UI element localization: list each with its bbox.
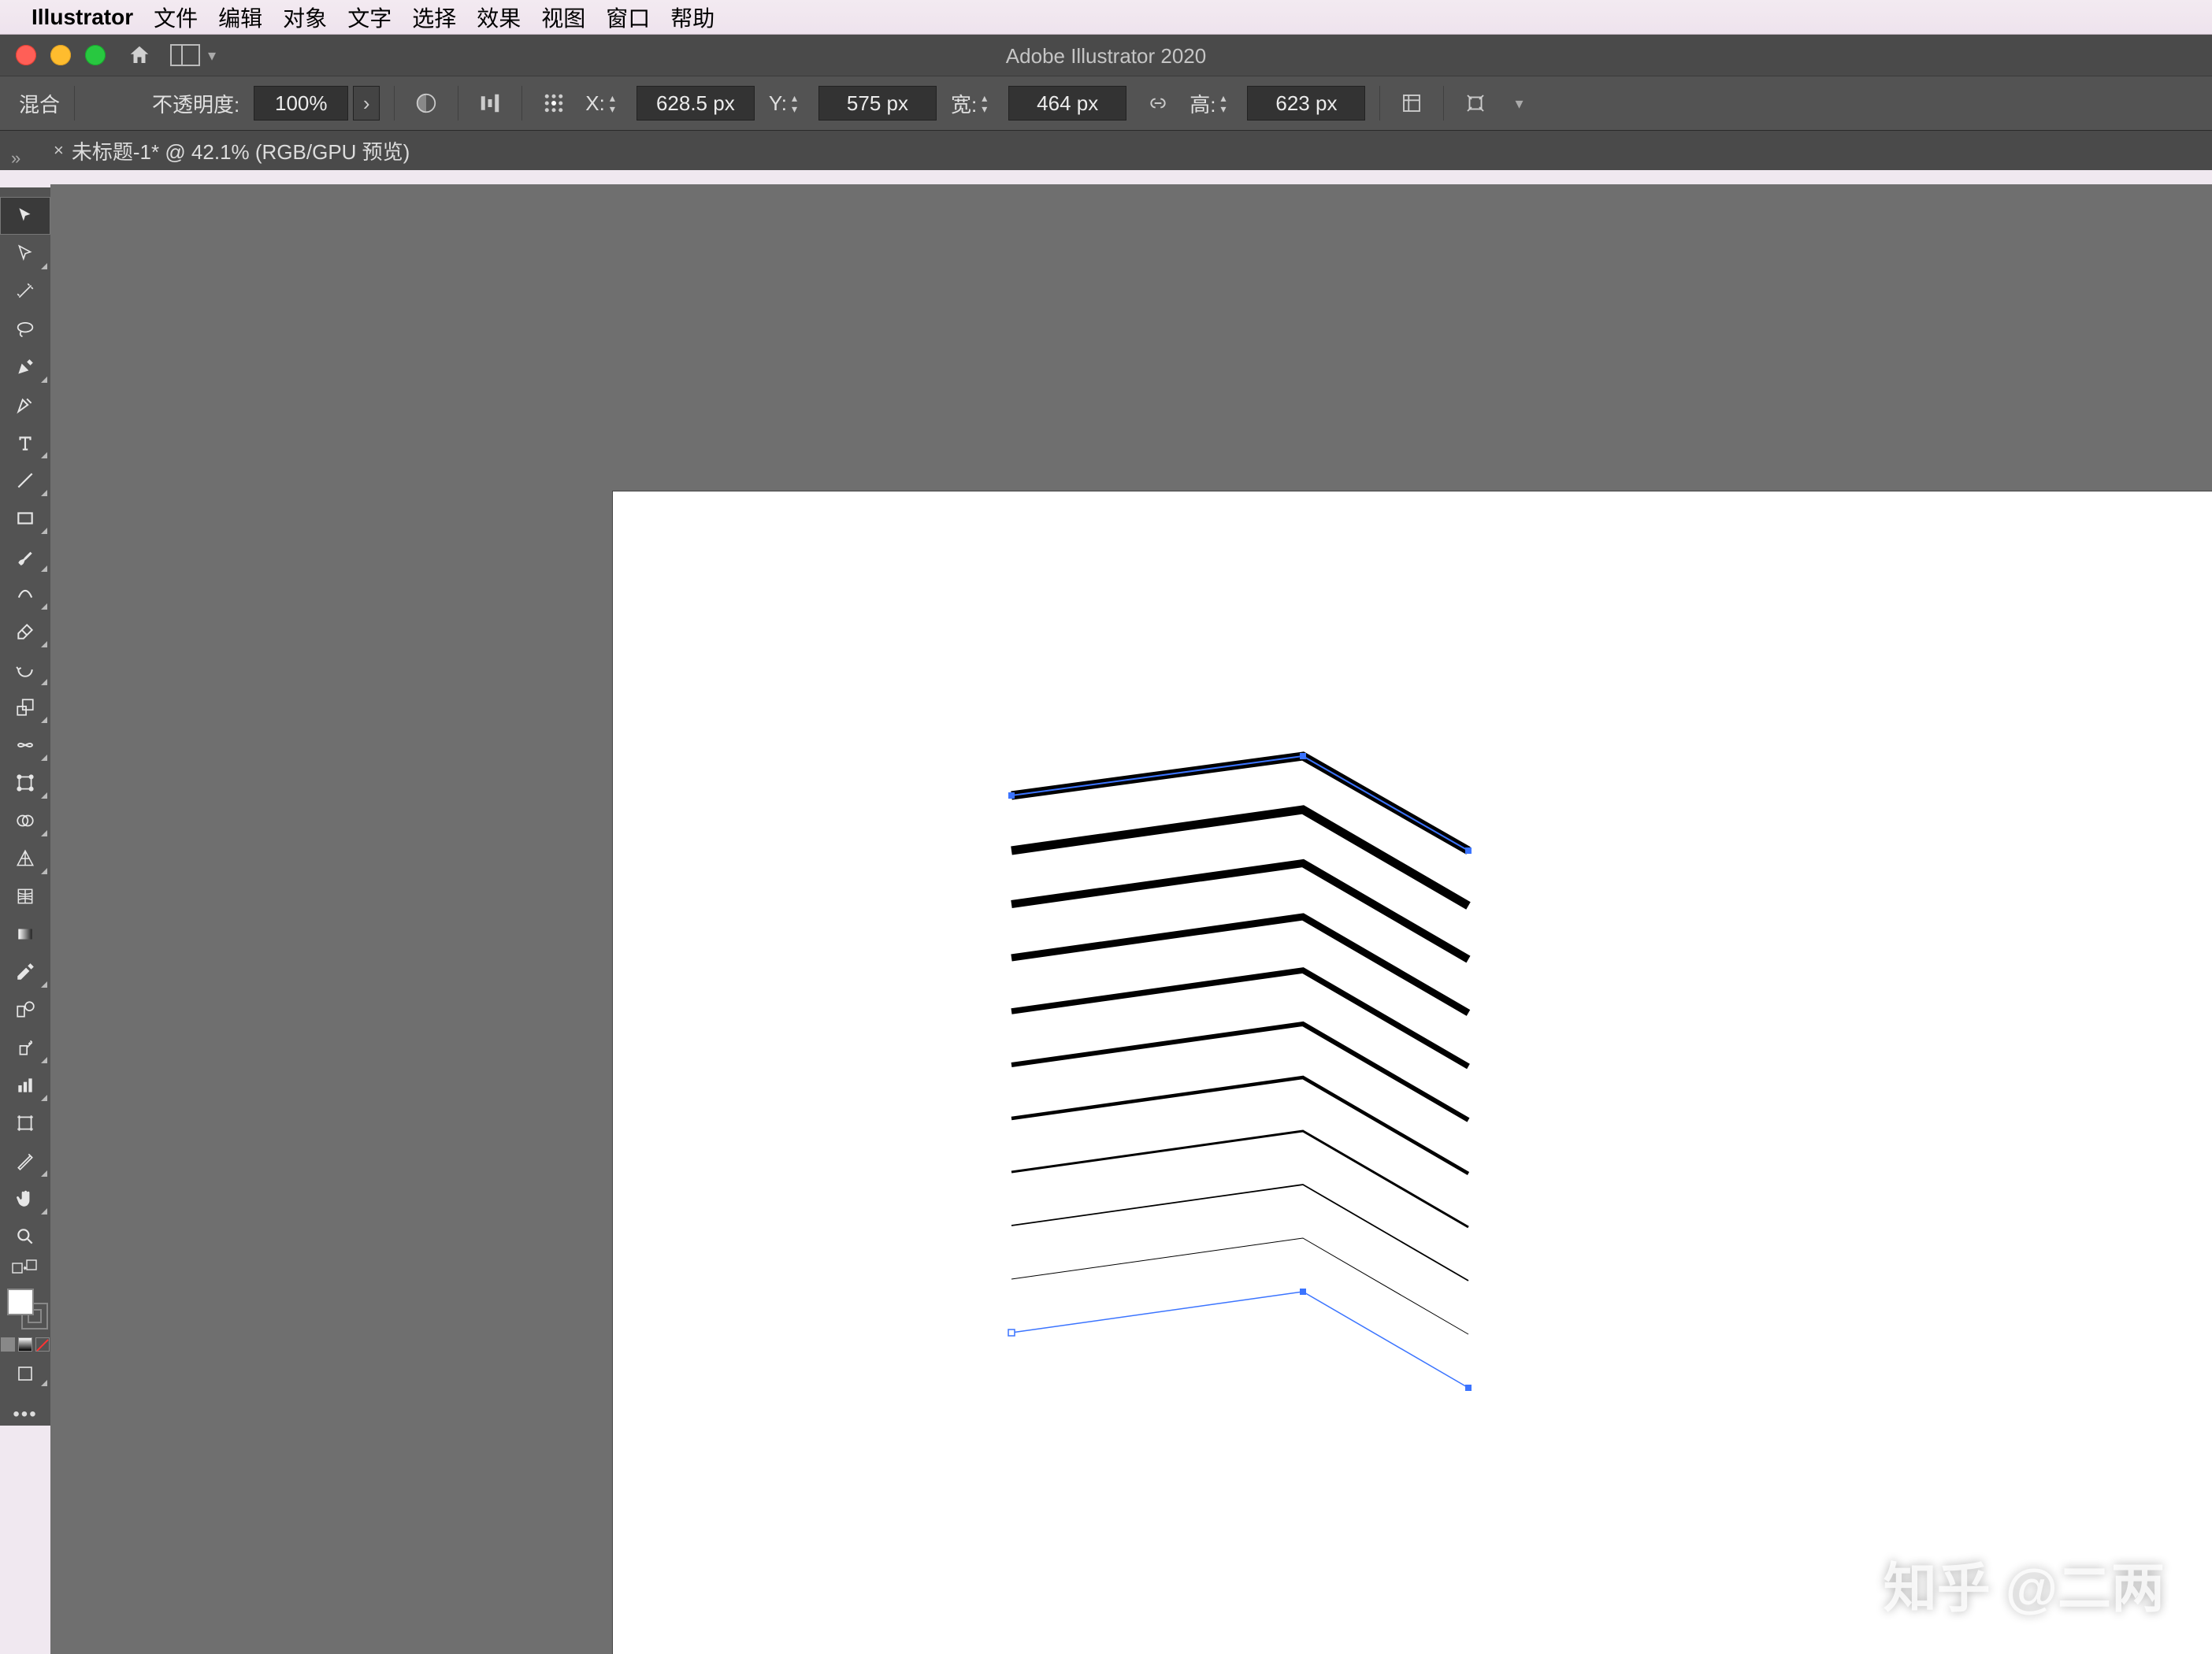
paintbrush-tool[interactable]	[0, 537, 50, 575]
eraser-tool[interactable]	[0, 613, 50, 651]
recolor-icon[interactable]	[409, 86, 444, 121]
lasso-tool[interactable]	[0, 310, 50, 348]
type-tool[interactable]	[0, 424, 50, 462]
slice-tool[interactable]	[0, 1142, 50, 1180]
mac-menubar: Illustrator 文件 编辑 对象 文字 选择 效果 视图 窗口 帮助	[0, 0, 2212, 35]
free-transform-tool[interactable]	[0, 764, 50, 802]
opacity-field-group[interactable]: 100% ›	[254, 86, 380, 121]
align-panel-icon[interactable]	[473, 86, 507, 121]
width-tool[interactable]	[0, 726, 50, 764]
edit-toolbar-icon[interactable]: •••	[13, 1404, 37, 1426]
zhihu-logo-icon	[1800, 1556, 1871, 1611]
shape-builder-tool[interactable]	[0, 802, 50, 840]
close-window-button[interactable]	[16, 45, 36, 65]
menu-effect[interactable]: 效果	[477, 2, 521, 33]
h-label: 高:	[1190, 89, 1215, 118]
h-input[interactable]: 623 px	[1247, 86, 1365, 121]
h-group: 高: ▴▾ 623 px	[1190, 86, 1365, 121]
toggle-fill-stroke-icon[interactable]	[0, 1255, 50, 1278]
y-input[interactable]: 575 px	[818, 86, 937, 121]
pen-tool[interactable]	[0, 348, 50, 386]
screen-mode-tool[interactable]	[0, 1358, 50, 1389]
y-coord-group: Y: ▴▾ 575 px	[769, 86, 937, 121]
y-stepper[interactable]: ▴▾	[792, 92, 814, 114]
document-tab-label: 未标题-1* @ 42.1% (RGB/GPU 预览)	[72, 136, 410, 165]
menu-edit[interactable]: 编辑	[218, 2, 262, 33]
transform-panel-icon[interactable]	[1458, 86, 1493, 121]
home-icon[interactable]	[128, 43, 151, 67]
menu-object[interactable]: 对象	[283, 2, 327, 33]
scale-tool[interactable]	[0, 688, 50, 726]
line-tool[interactable]	[0, 462, 50, 499]
h-stepper[interactable]: ▴▾	[1220, 92, 1242, 114]
app-title: Adobe Illustrator 2020	[1006, 44, 1206, 69]
minimize-window-button[interactable]	[50, 45, 71, 65]
eyedropper-tool[interactable]	[0, 953, 50, 991]
blend-label: 混合	[19, 89, 60, 118]
toolbox: •••	[0, 187, 50, 1426]
watermark-text: 知乎 @二两	[1884, 1545, 2165, 1622]
rotate-tool[interactable]	[0, 651, 50, 688]
collapse-panel-icon[interactable]: »	[11, 148, 20, 169]
w-group: 宽: ▴▾ 464 px	[951, 86, 1126, 121]
transform-dropdown-icon[interactable]: ▾	[1515, 94, 1523, 113]
workspace-layout-icon[interactable]	[170, 44, 200, 66]
symbol-sprayer-tool[interactable]	[0, 1029, 50, 1066]
reference-point-icon[interactable]	[536, 86, 571, 121]
document-tab[interactable]: × 未标题-1* @ 42.1% (RGB/GPU 预览)	[54, 136, 410, 165]
color-mode-none-icon[interactable]	[35, 1337, 50, 1352]
rectangle-tool[interactable]	[0, 499, 50, 537]
magic-wand-tool[interactable]	[0, 273, 50, 310]
mesh-tool[interactable]	[0, 877, 50, 915]
x-input[interactable]: 628.5 px	[637, 86, 755, 121]
selection-tool[interactable]	[0, 197, 50, 235]
menu-window[interactable]: 窗口	[606, 2, 650, 33]
w-input[interactable]: 464 px	[1008, 86, 1126, 121]
control-bar: 混合 不透明度: 100% › X: ▴▾ 628.5 px Y: ▴▾ 575…	[0, 76, 2212, 131]
watermark: 知乎 @二两	[1800, 1545, 2165, 1622]
blend-tool[interactable]	[0, 991, 50, 1029]
opacity-input[interactable]: 100%	[254, 86, 348, 121]
opacity-dropdown-icon[interactable]: ›	[353, 86, 380, 121]
window-controls	[16, 45, 106, 65]
shaper-tool[interactable]	[0, 575, 50, 613]
link-wh-icon[interactable]	[1141, 86, 1175, 121]
artboard[interactable]	[613, 491, 2212, 1654]
menu-view[interactable]: 视图	[541, 2, 585, 33]
fill-stroke-swatch[interactable]	[7, 1289, 45, 1326]
menu-file[interactable]: 文件	[154, 2, 198, 33]
y-label: Y:	[769, 91, 787, 116]
x-label: X:	[585, 91, 605, 116]
app-name-menu[interactable]: Illustrator	[32, 5, 133, 30]
w-label: 宽:	[951, 89, 977, 118]
artwork-blend[interactable]	[1004, 748, 1492, 1394]
gradient-tool[interactable]	[0, 915, 50, 953]
color-mode-solid-icon[interactable]	[1, 1337, 15, 1352]
canvas-area[interactable]	[50, 184, 2212, 1654]
perspective-tool[interactable]	[0, 840, 50, 877]
curvature-tool[interactable]	[0, 386, 50, 424]
direct-selection-tool[interactable]	[0, 235, 50, 273]
w-stepper[interactable]: ▴▾	[982, 92, 1004, 114]
close-tab-icon[interactable]: ×	[54, 140, 64, 161]
app-titlebar: ▾ Adobe Illustrator 2020	[0, 35, 2212, 76]
zoom-window-button[interactable]	[85, 45, 106, 65]
menu-type[interactable]: 文字	[347, 2, 392, 33]
menu-help[interactable]: 帮助	[670, 2, 714, 33]
menu-select[interactable]: 选择	[412, 2, 456, 33]
workspace-dropdown-icon[interactable]: ▾	[208, 46, 216, 65]
color-mode-row[interactable]	[1, 1337, 50, 1352]
zoom-tool[interactable]	[0, 1218, 50, 1255]
opacity-label: 不透明度:	[152, 89, 239, 118]
graph-tool[interactable]	[0, 1066, 50, 1104]
isolate-icon[interactable]	[1394, 86, 1429, 121]
color-mode-gradient-icon[interactable]	[18, 1337, 32, 1352]
hand-tool[interactable]	[0, 1180, 50, 1218]
document-tab-bar: × 未标题-1* @ 42.1% (RGB/GPU 预览)	[0, 131, 2212, 170]
x-stepper[interactable]: ▴▾	[610, 92, 632, 114]
artboard-tool[interactable]	[0, 1104, 50, 1142]
x-coord-group: X: ▴▾ 628.5 px	[585, 86, 755, 121]
